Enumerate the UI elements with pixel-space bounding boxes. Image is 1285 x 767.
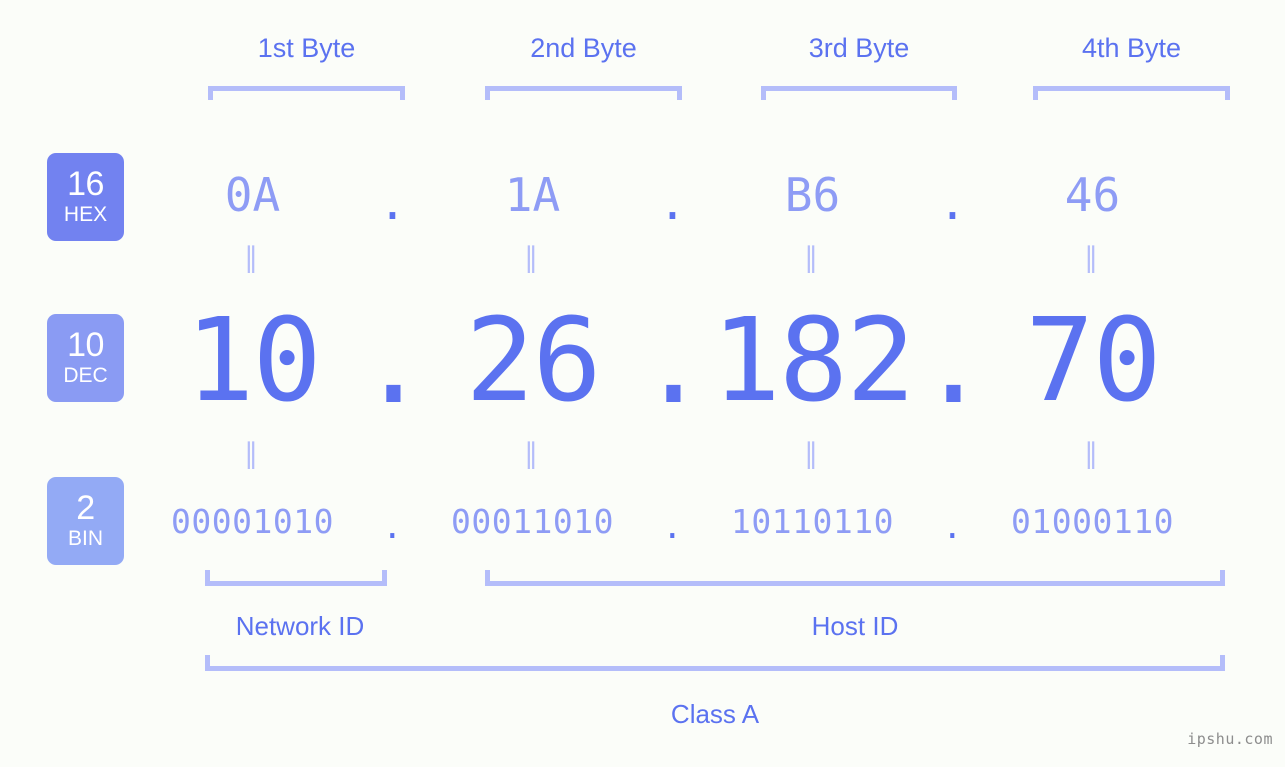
bin-byte-2: 00011010 — [451, 501, 614, 541]
network-id-label: Network ID — [235, 611, 365, 641]
class-label: Class A — [670, 699, 760, 729]
network-id-bracket — [205, 570, 387, 586]
bin-separator-2: . — [662, 506, 683, 546]
bin-value-row: 00001010 . 00011010 . 10110110 . 0100011… — [150, 497, 1240, 546]
equality-mark-dec-bin-1: ∥ — [244, 437, 261, 470]
watermark: ipshu.com — [1187, 730, 1273, 748]
byte-header-3: 3rd Byte — [808, 33, 910, 63]
host-id-bracket — [485, 570, 1225, 586]
byte-bracket-2 — [485, 86, 682, 100]
dec-byte-3: 182 — [711, 293, 916, 428]
bin-byte-3: 10110110 — [731, 501, 894, 541]
equality-gap — [635, 244, 710, 272]
hex-byte-1: 0A — [224, 168, 281, 222]
base-badge-hex: 16 HEX — [47, 153, 124, 241]
equality-row-dec-bin: ∥ ∥ ∥ ∥ — [150, 440, 1240, 468]
byte-header-1: 1st Byte — [257, 33, 356, 63]
host-id-label: Host ID — [811, 611, 899, 641]
dec-byte-4: 70 — [1025, 293, 1161, 428]
hex-byte-3: B6 — [784, 168, 841, 222]
bin-separator-3: . — [942, 506, 963, 546]
base-badge-dec-abbr: DEC — [63, 363, 108, 387]
dec-value-row: 10 . 26 . 182 . 70 — [150, 294, 1240, 430]
equality-gap — [915, 244, 990, 272]
base-badge-bin-number: 2 — [76, 489, 95, 528]
bin-byte-4: 01000110 — [1011, 501, 1174, 541]
bin-separator-1: . — [382, 506, 403, 546]
dec-separator-3: . — [918, 295, 988, 430]
dec-byte-2: 26 — [465, 293, 601, 428]
hex-separator-1: . — [378, 176, 407, 230]
equality-mark-dec-bin-2: ∥ — [524, 437, 541, 470]
hex-byte-2: 1A — [504, 168, 561, 222]
equality-gap — [355, 244, 430, 272]
class-bracket — [205, 655, 1225, 671]
equality-mark-hex-dec-4: ∥ — [1084, 241, 1101, 274]
byte-header-2: 2nd Byte — [530, 33, 637, 63]
hex-separator-3: . — [938, 176, 967, 230]
equality-mark-dec-bin-4: ∥ — [1084, 437, 1101, 470]
byte-bracket-1 — [208, 86, 405, 100]
dec-separator-1: . — [358, 295, 428, 430]
equality-mark-hex-dec-2: ∥ — [524, 241, 541, 274]
hex-byte-4: 46 — [1064, 168, 1121, 222]
ip-breakdown-diagram: 1st Byte 2nd Byte 3rd Byte 4th Byte 16 H… — [0, 0, 1285, 767]
equality-gap — [635, 440, 710, 468]
byte-bracket-4 — [1033, 86, 1230, 100]
bin-byte-1: 00001010 — [171, 501, 334, 541]
base-badge-bin: 2 BIN — [47, 477, 124, 565]
dec-separator-2: . — [638, 295, 708, 430]
equality-mark-hex-dec-3: ∥ — [804, 241, 821, 274]
equality-mark-dec-bin-3: ∥ — [804, 437, 821, 470]
dec-byte-1: 10 — [185, 293, 321, 428]
equality-mark-hex-dec-1: ∥ — [244, 241, 261, 274]
base-badge-bin-abbr: BIN — [67, 526, 103, 550]
base-badge-dec: 10 DEC — [47, 314, 124, 402]
base-badge-dec-number: 10 — [67, 326, 104, 365]
hex-value-row: 0A . 1A . B6 . 46 — [150, 157, 1240, 233]
byte-bracket-3 — [761, 86, 957, 100]
equality-gap — [355, 440, 430, 468]
equality-row-hex-dec: ∥ ∥ ∥ ∥ — [150, 244, 1240, 272]
base-badge-hex-abbr: HEX — [63, 202, 108, 226]
equality-gap — [915, 440, 990, 468]
byte-header-4: 4th Byte — [1081, 33, 1182, 63]
hex-separator-2: . — [658, 176, 687, 230]
base-badge-hex-number: 16 — [67, 165, 104, 204]
